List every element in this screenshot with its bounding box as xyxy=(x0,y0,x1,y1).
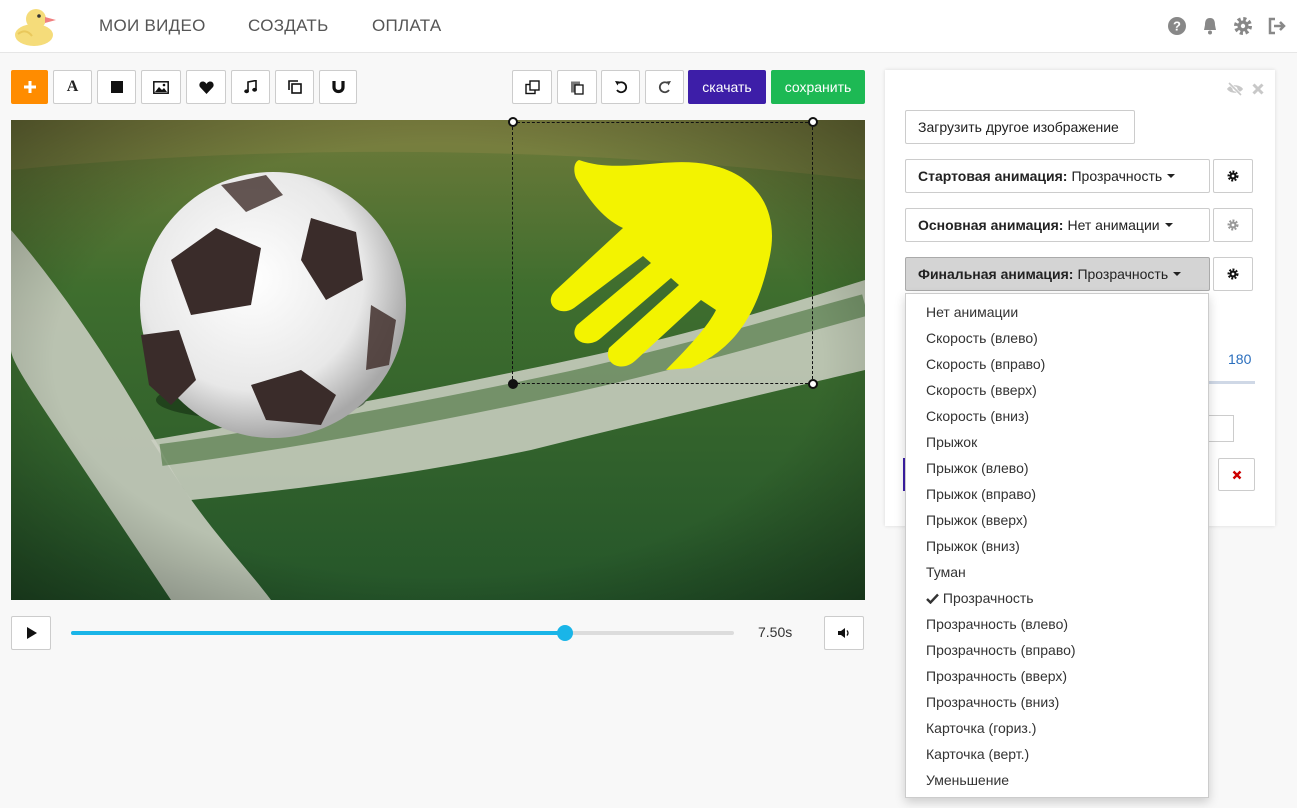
dropdown-option[interactable]: Прыжок (влево) xyxy=(926,455,1029,481)
plus-icon xyxy=(23,81,36,93)
duck-logo[interactable] xyxy=(10,4,60,48)
dropdown-option[interactable]: Скорость (вниз) xyxy=(926,403,1029,429)
dropdown-option[interactable]: Скорость (влево) xyxy=(926,325,1038,351)
caret-down-icon xyxy=(1173,272,1182,276)
magnet-icon xyxy=(331,81,345,94)
dropdown-option[interactable]: Карточка (гориз.) xyxy=(926,715,1036,741)
add-text-button[interactable]: A xyxy=(53,70,92,104)
clone-button[interactable] xyxy=(512,70,552,104)
resize-handle-bottom-right[interactable] xyxy=(808,379,818,389)
add-sticker-button[interactable] xyxy=(186,70,226,104)
gear-icon xyxy=(1227,170,1239,182)
dropdown-option[interactable]: Карточка (верт.) xyxy=(926,741,1029,767)
timeline-progress xyxy=(71,631,565,635)
top-navigation-bar: МОИ ВИДЕО СОЗДАТЬ ОПЛАТА ? xyxy=(0,0,1297,53)
remove-element-button[interactable] xyxy=(1218,458,1255,491)
dropdown-option[interactable]: Прозрачность (вверх) xyxy=(926,663,1067,689)
dropdown-option[interactable]: Прыжок (вправо) xyxy=(926,481,1036,507)
dropdown-option[interactable]: Прыжок xyxy=(926,429,977,455)
dropdown-option[interactable]: Прыжок (вверх) xyxy=(926,507,1028,533)
final-animation-settings-button[interactable] xyxy=(1213,257,1253,291)
bell-icon[interactable] xyxy=(1200,16,1220,36)
dropdown-option[interactable]: Скорость (вверх) xyxy=(926,377,1037,403)
dropdown-option-selected[interactable]: Прозрачность xyxy=(926,585,1034,611)
dropdown-option[interactable]: Прыжок (вниз) xyxy=(926,533,1020,559)
dropdown-option[interactable]: Прозрачность (вниз) xyxy=(926,689,1059,715)
resize-handle-top-right[interactable] xyxy=(808,117,818,127)
slider-value: 180 xyxy=(1228,351,1252,367)
add-image-button[interactable] xyxy=(141,70,181,104)
main-animation-settings-button[interactable] xyxy=(1213,208,1253,242)
logout-icon[interactable] xyxy=(1267,16,1287,36)
timeline-track[interactable] xyxy=(71,625,734,641)
duplicate-button[interactable] xyxy=(275,70,314,104)
paste-button[interactable] xyxy=(557,70,597,104)
close-icon[interactable] xyxy=(1252,83,1264,95)
nav-create[interactable]: СОЗДАТЬ xyxy=(248,16,329,36)
dropdown-option[interactable]: Прозрачность (влево) xyxy=(926,611,1068,637)
main-animation-select[interactable]: Основная анимация: Нет анимации xyxy=(905,208,1210,242)
dropdown-option[interactable]: Прозрачность (вправо) xyxy=(926,637,1076,663)
upload-image-button[interactable]: Загрузить другое изображение xyxy=(905,110,1135,144)
caret-down-icon xyxy=(1164,223,1173,227)
text-icon: A xyxy=(66,78,79,95)
checkmark-icon xyxy=(926,593,939,605)
selection-frame[interactable] xyxy=(512,122,813,384)
caret-down-icon xyxy=(1167,174,1176,178)
undo-icon xyxy=(614,81,627,94)
nav-payment[interactable]: ОПЛАТА xyxy=(372,16,442,36)
gear-icon xyxy=(1227,268,1239,280)
dropdown-option[interactable]: Нет анимации xyxy=(926,299,1018,325)
gear-icon xyxy=(1227,219,1239,231)
heart-icon xyxy=(198,81,214,94)
timeline-thumb[interactable] xyxy=(556,625,573,641)
svg-text:?: ? xyxy=(1173,19,1181,34)
dropdown-option[interactable]: Уменьшение xyxy=(926,767,1009,793)
nav-my-videos[interactable]: МОИ ВИДЕО xyxy=(99,16,206,36)
panel-slider[interactable] xyxy=(1205,381,1255,384)
dropdown-option-label: Прозрачность xyxy=(942,590,1034,606)
resize-handle-bottom-left[interactable] xyxy=(508,379,518,389)
main-animation-value: Нет анимации xyxy=(1067,217,1160,233)
final-animation-select[interactable]: Финальная анимация: Прозрачность xyxy=(905,257,1210,291)
play-button[interactable] xyxy=(11,616,51,650)
help-icon[interactable]: ? xyxy=(1167,16,1187,36)
magnet-button[interactable] xyxy=(319,70,357,104)
final-animation-value: Прозрачность xyxy=(1077,266,1169,282)
start-animation-label: Стартовая анимация: xyxy=(918,168,1068,184)
volume-icon xyxy=(838,628,849,638)
paste-icon xyxy=(571,81,584,95)
add-music-button[interactable] xyxy=(231,70,270,104)
add-button[interactable] xyxy=(11,70,48,104)
start-animation-settings-button[interactable] xyxy=(1213,159,1253,193)
copy-icon xyxy=(287,80,302,94)
remove-icon xyxy=(1232,470,1241,479)
current-time: 7.50s xyxy=(758,624,793,640)
redo-icon xyxy=(658,81,671,94)
final-animation-label: Финальная анимация: xyxy=(918,266,1074,282)
start-animation-value: Прозрачность xyxy=(1071,168,1163,184)
resize-handle-top-left[interactable] xyxy=(508,117,518,127)
volume-button[interactable] xyxy=(824,616,864,650)
redo-button[interactable] xyxy=(645,70,684,104)
download-button[interactable]: скачать xyxy=(688,70,766,104)
clone-icon xyxy=(524,79,540,94)
add-shape-button[interactable] xyxy=(97,70,136,104)
image-icon xyxy=(153,80,169,94)
start-animation-select[interactable]: Стартовая анимация: Прозрачность xyxy=(905,159,1210,193)
music-icon xyxy=(244,80,257,94)
play-icon xyxy=(26,627,37,639)
save-button[interactable]: сохранить xyxy=(771,70,865,104)
hide-icon[interactable] xyxy=(1226,82,1244,96)
undo-button[interactable] xyxy=(601,70,640,104)
final-animation-dropdown: Нет анимации Скорость (влево) Скорость (… xyxy=(905,293,1209,798)
gear-icon[interactable] xyxy=(1233,16,1253,36)
square-icon xyxy=(110,81,123,93)
main-animation-label: Основная анимация: xyxy=(918,217,1064,233)
panel-input[interactable] xyxy=(1205,415,1234,442)
soccer-ball xyxy=(140,172,406,438)
dropdown-option[interactable]: Туман xyxy=(926,559,966,585)
dropdown-option[interactable]: Скорость (вправо) xyxy=(926,351,1045,377)
